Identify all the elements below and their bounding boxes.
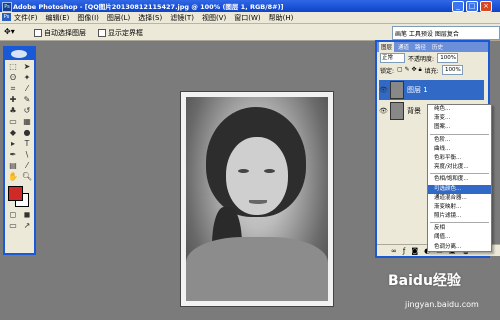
type-tool-icon[interactable]: T xyxy=(21,139,33,149)
menu-item-channel-mixer[interactable]: 通道混合器... xyxy=(428,194,491,203)
standard-mode-icon[interactable]: ◻ xyxy=(7,210,19,220)
tab-paths[interactable]: 路径 xyxy=(413,42,428,52)
lock-label: 锁定: xyxy=(380,67,395,75)
menu-image[interactable]: 图像(I) xyxy=(77,13,99,23)
show-bounds-checkbox[interactable]: 显示定界框 xyxy=(98,28,143,38)
portrait-photo xyxy=(186,97,328,301)
menu-item-gradient[interactable]: 渐变... xyxy=(428,114,491,123)
slice-tool-icon[interactable]: ⁄ xyxy=(21,84,33,94)
zoom-tool-icon[interactable]: 🔍︎ xyxy=(21,172,33,182)
layer-thumbnail xyxy=(390,81,404,99)
minimize-button[interactable]: _ xyxy=(452,1,464,12)
tab-channels[interactable]: 通道 xyxy=(396,42,411,52)
notes-tool-icon[interactable]: ▤ xyxy=(7,161,19,171)
path-select-icon[interactable]: ▸ xyxy=(7,139,19,149)
screen-mode-icon[interactable]: ▭ xyxy=(7,221,19,231)
lasso-tool-icon[interactable]: ʘ xyxy=(7,73,19,83)
maximize-button[interactable]: □ xyxy=(466,1,478,12)
menu-item-curves[interactable]: 曲线... xyxy=(428,145,491,154)
menu-item-selective-color[interactable]: 可选颜色... xyxy=(428,184,491,194)
document-window[interactable] xyxy=(180,91,334,307)
opacity-input[interactable]: 100% xyxy=(437,53,459,63)
adjustment-layer-menu: 纯色... 渐变... 图案... 色阶... 曲线... 色彩平衡... 亮度… xyxy=(427,104,492,252)
hand-tool-icon[interactable]: ✋ xyxy=(7,172,19,182)
foreground-color-swatch[interactable] xyxy=(8,186,23,201)
menu-item-brightness-contrast[interactable]: 亮度/对比度... xyxy=(428,163,491,172)
link-icon[interactable]: ∞ xyxy=(391,247,397,255)
eyedropper-icon[interactable]: ⁄ xyxy=(21,161,33,171)
move-tool-icon[interactable]: ✥▾ xyxy=(4,27,20,37)
menu-select[interactable]: 选择(S) xyxy=(138,13,162,23)
layer-name: 图层 1 xyxy=(407,86,428,94)
baidu-watermark: Baidu经验 xyxy=(388,273,461,289)
layer-1-row[interactable]: 👁︎ 图层 1 xyxy=(379,80,484,100)
close-button[interactable]: × xyxy=(480,1,492,12)
menu-item-threshold[interactable]: 阈值... xyxy=(428,233,491,242)
fill-label: 填充: xyxy=(424,67,439,75)
lock-icon[interactable]: ▢ ✎ ✥ 🔒︎ xyxy=(397,66,422,74)
move-tool-icon[interactable]: ➤ xyxy=(21,62,33,72)
menu-edit[interactable]: 编辑(E) xyxy=(46,13,70,23)
magic-wand-icon[interactable]: ✦ xyxy=(21,73,33,83)
window-title: Adobe Photoshop - [QQ图片20130812115427.jp… xyxy=(13,3,284,11)
marquee-tool-icon[interactable]: ⬚ xyxy=(7,62,19,72)
menu-item-gradient-map[interactable]: 渐变映射... xyxy=(428,203,491,212)
menu-item-photo-filter[interactable]: 照片滤镜... xyxy=(428,212,491,221)
shape-tool-icon[interactable]: \ xyxy=(21,150,33,160)
toolbox: ⬚ ➤ ʘ ✦ ⌗ ⁄ ✚ ✎ ♣ ↺ ▭ ▦ ◆ ● ▸ T ✒ \ ▤ ⁄ … xyxy=(3,46,36,255)
layer-style-icon[interactable]: ƒ xyxy=(403,247,405,255)
menu-separator xyxy=(430,173,489,175)
menu-file[interactable]: 文件(F) xyxy=(14,13,38,23)
history-brush-icon[interactable]: ↺ xyxy=(21,106,33,116)
menu-item-pattern[interactable]: 图案... xyxy=(428,123,491,132)
dodge-tool-icon[interactable]: ● xyxy=(21,128,33,138)
stamp-tool-icon[interactable]: ♣ xyxy=(7,106,19,116)
opacity-label: 不透明度: xyxy=(408,55,435,63)
layer-name: 背景 xyxy=(407,107,421,115)
imageready-icon[interactable]: ↗ xyxy=(21,221,33,231)
menu-view[interactable]: 视图(V) xyxy=(202,13,226,23)
tab-history[interactable]: 历史 xyxy=(430,42,445,52)
menu-separator xyxy=(430,222,489,224)
visibility-eye-icon[interactable]: 👁︎ xyxy=(379,107,388,115)
quickmask-mode-icon[interactable]: ◼ xyxy=(21,210,33,220)
layer-thumbnail xyxy=(390,102,404,120)
menu-item-hue-saturation[interactable]: 色相/饱和度... xyxy=(428,175,491,184)
photoshop-app-icon: Ps xyxy=(2,2,12,12)
menu-filter[interactable]: 滤镜(T) xyxy=(170,13,194,23)
eraser-tool-icon[interactable]: ▭ xyxy=(7,117,19,127)
menu-help[interactable]: 帮助(H) xyxy=(269,13,294,23)
visibility-eye-icon[interactable]: 👁︎ xyxy=(379,86,388,94)
gradient-tool-icon[interactable]: ▦ xyxy=(21,117,33,127)
menu-bar: Ps 文件(F) 编辑(E) 图像(I) 图层(L) 选择(S) 滤镜(T) 视… xyxy=(0,12,500,24)
menu-item-color-balance[interactable]: 色彩平衡... xyxy=(428,154,491,163)
title-bar: Ps Adobe Photoshop - [QQ图片20130812115427… xyxy=(0,0,500,12)
menu-separator xyxy=(430,133,489,135)
brush-tool-icon[interactable]: ✎ xyxy=(21,95,33,105)
menu-item-invert[interactable]: 反相 xyxy=(428,224,491,233)
doc-icon: Ps xyxy=(2,13,11,21)
crop-tool-icon[interactable]: ⌗ xyxy=(7,84,19,94)
tab-layers[interactable]: 图层 xyxy=(379,42,395,52)
menu-window[interactable]: 窗口(W) xyxy=(234,13,260,23)
blend-mode-select[interactable]: 正常 xyxy=(380,53,405,63)
watermark-url: jingyan.baidu.com xyxy=(405,300,479,309)
feather-logo-icon xyxy=(11,50,27,58)
menu-item-posterize[interactable]: 色调分离... xyxy=(428,243,491,252)
pen-tool-icon[interactable]: ✒ xyxy=(7,150,19,160)
fill-input[interactable]: 100% xyxy=(441,65,463,75)
palette-well[interactable]: 画笔 工具预设 图层复合 xyxy=(392,26,500,40)
menu-item-levels[interactable]: 色阶... xyxy=(428,136,491,145)
healing-brush-icon[interactable]: ✚ xyxy=(7,95,19,105)
menu-layer[interactable]: 图层(L) xyxy=(107,13,130,23)
auto-select-checkbox[interactable]: 自动选择图层 xyxy=(34,28,86,38)
options-bar: ✥▾ 自动选择图层 显示定界框 画笔 工具预设 图层复合 xyxy=(0,24,500,41)
blur-tool-icon[interactable]: ◆ xyxy=(7,128,19,138)
mask-icon[interactable]: ◙ xyxy=(411,247,418,255)
menu-item-solid-color[interactable]: 纯色... xyxy=(428,105,491,114)
